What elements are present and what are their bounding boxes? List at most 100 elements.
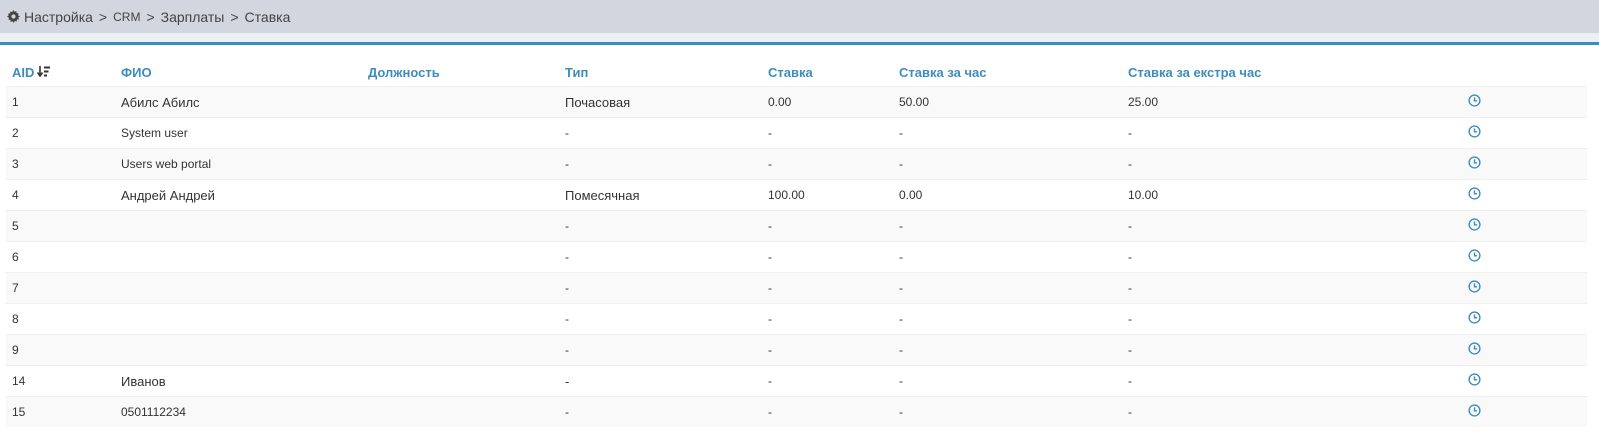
cell-extra-hour-rate: - bbox=[1122, 241, 1468, 273]
breadcrumb-item-crm[interactable]: CRM bbox=[113, 10, 140, 24]
table-header-row: AID ФИО Должность Тип Ставка Ставка за ч… bbox=[6, 58, 1587, 87]
cell-fio bbox=[115, 272, 362, 304]
cell-fio bbox=[115, 241, 362, 273]
cell-hour-rate: - bbox=[893, 303, 1122, 335]
cell-hour-rate: - bbox=[893, 148, 1122, 180]
cell-actions bbox=[1468, 241, 1587, 273]
table-row: 6---- bbox=[6, 241, 1587, 273]
breadcrumb-separator: > bbox=[98, 8, 108, 25]
cell-hour-rate: - bbox=[893, 241, 1122, 273]
sort-numeric-desc-icon[interactable] bbox=[37, 65, 51, 78]
cell-type: Почасовая bbox=[559, 86, 762, 118]
clock-icon[interactable] bbox=[1468, 404, 1481, 417]
cell-rate: - bbox=[762, 303, 893, 335]
breadcrumb-item-rate: Ставка bbox=[244, 8, 291, 25]
cell-fio: Андрей Андрей bbox=[115, 179, 362, 211]
cell-hour-rate: - bbox=[893, 396, 1122, 427]
breadcrumb: Настройка > CRM > Зарплаты > Ставка bbox=[0, 0, 1599, 33]
table-row: 3 Users web portal - - - - bbox=[6, 148, 1587, 180]
cell-actions bbox=[1468, 334, 1587, 366]
cell-aid: 3 bbox=[6, 148, 115, 180]
cell-actions bbox=[1468, 86, 1587, 118]
column-header-position[interactable]: Должность bbox=[362, 58, 559, 87]
cell-fio: Иванов bbox=[115, 365, 362, 397]
cell-type: - bbox=[559, 303, 762, 335]
clock-icon[interactable] bbox=[1468, 342, 1481, 355]
cell-rate: 100.00 bbox=[762, 179, 893, 211]
table-row: 1 Абилс Абилс Почасовая 0.00 50.00 25.00 bbox=[6, 86, 1587, 118]
table-row: 14 Иванов - - - - bbox=[6, 365, 1587, 397]
cell-aid: 2 bbox=[6, 117, 115, 149]
cell-fio: System user bbox=[115, 117, 362, 149]
column-header-type[interactable]: Тип bbox=[559, 58, 762, 87]
cell-actions bbox=[1468, 396, 1587, 427]
cell-rate: - bbox=[762, 334, 893, 366]
cell-actions bbox=[1468, 272, 1587, 304]
cell-aid: 7 bbox=[6, 272, 115, 304]
cell-rate: - bbox=[762, 396, 893, 427]
cell-position bbox=[362, 241, 559, 273]
cell-rate: - bbox=[762, 272, 893, 304]
cell-aid: 4 bbox=[6, 179, 115, 211]
column-header-hour-rate[interactable]: Ставка за час bbox=[893, 58, 1122, 87]
cell-extra-hour-rate: - bbox=[1122, 210, 1468, 242]
cell-type: - bbox=[559, 396, 762, 427]
cell-actions bbox=[1468, 117, 1587, 149]
clock-icon[interactable] bbox=[1468, 280, 1481, 293]
cell-fio bbox=[115, 334, 362, 366]
cell-type: - bbox=[559, 365, 762, 397]
cell-aid: 1 bbox=[6, 86, 115, 118]
cell-extra-hour-rate: 25.00 bbox=[1122, 86, 1468, 118]
rates-panel: AID ФИО Должность Тип Ставка Ставка за ч… bbox=[0, 42, 1599, 442]
cell-rate: - bbox=[762, 365, 893, 397]
cell-position bbox=[362, 148, 559, 180]
clock-icon[interactable] bbox=[1468, 218, 1481, 231]
clock-icon[interactable] bbox=[1468, 311, 1481, 324]
table-row: 7---- bbox=[6, 272, 1587, 304]
cell-rate: 0.00 bbox=[762, 86, 893, 118]
column-header-aid[interactable]: AID bbox=[6, 58, 115, 87]
cell-aid: 5 bbox=[6, 210, 115, 242]
cell-position bbox=[362, 396, 559, 427]
breadcrumb-item-salaries[interactable]: Зарплаты bbox=[161, 9, 225, 25]
cell-position bbox=[362, 272, 559, 304]
cell-position bbox=[362, 117, 559, 149]
clock-icon[interactable] bbox=[1468, 187, 1481, 200]
clock-icon[interactable] bbox=[1468, 156, 1481, 169]
breadcrumb-separator: > bbox=[146, 8, 155, 25]
cell-hour-rate: - bbox=[893, 365, 1122, 397]
cell-rate: - bbox=[762, 117, 893, 149]
table-row: 4 Андрей Андрей Помесячная 100.00 0.00 10.00 bbox=[6, 179, 1587, 211]
cell-extra-hour-rate: - bbox=[1122, 272, 1468, 304]
clock-icon[interactable] bbox=[1468, 125, 1481, 138]
cell-extra-hour-rate: - bbox=[1122, 365, 1468, 397]
cell-type: - bbox=[559, 210, 762, 242]
cell-fio bbox=[115, 303, 362, 335]
cell-aid: 9 bbox=[6, 334, 115, 366]
cell-position bbox=[362, 334, 559, 366]
column-header-extra-hour-rate[interactable]: Ставка за екстра час bbox=[1122, 58, 1468, 87]
table-row: 2 System user - - - - bbox=[6, 117, 1587, 149]
cell-type: - bbox=[559, 148, 762, 180]
cell-aid: 15 bbox=[6, 396, 115, 427]
table-row: 9---- bbox=[6, 334, 1587, 366]
cell-hour-rate: 0.00 bbox=[893, 179, 1122, 211]
cell-aid: 6 bbox=[6, 241, 115, 273]
gear-icon bbox=[7, 10, 20, 23]
cell-actions bbox=[1468, 179, 1587, 211]
column-header-rate[interactable]: Ставка bbox=[762, 58, 893, 87]
cell-fio: Users web portal bbox=[115, 148, 362, 180]
cell-position bbox=[362, 365, 559, 397]
clock-icon[interactable] bbox=[1468, 249, 1481, 262]
clock-icon[interactable] bbox=[1468, 373, 1481, 386]
cell-type: - bbox=[559, 241, 762, 273]
clock-icon[interactable] bbox=[1468, 94, 1481, 107]
cell-actions bbox=[1468, 365, 1587, 397]
cell-position bbox=[362, 210, 559, 242]
breadcrumb-item-settings[interactable]: Настройка bbox=[24, 9, 93, 25]
cell-position bbox=[362, 86, 559, 118]
column-header-fio[interactable]: ФИО bbox=[115, 58, 362, 87]
cell-rate: - bbox=[762, 210, 893, 242]
cell-actions bbox=[1468, 148, 1587, 180]
column-header-actions bbox=[1468, 58, 1587, 87]
